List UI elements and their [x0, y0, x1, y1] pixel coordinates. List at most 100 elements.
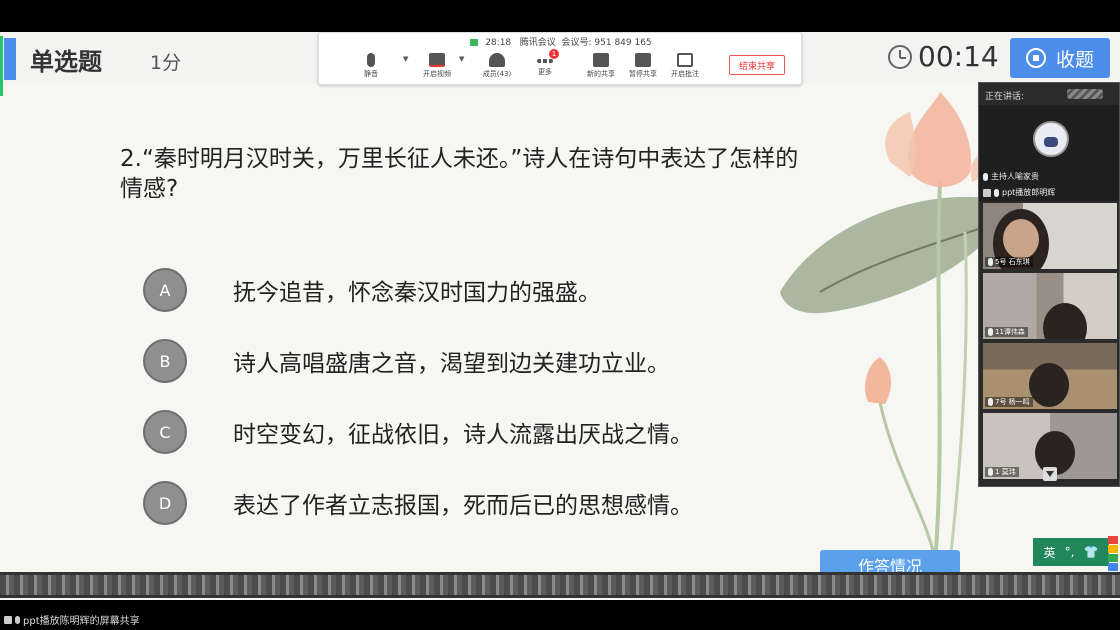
mic-icon: [15, 615, 20, 624]
ime-punctuation[interactable]: °,: [1065, 545, 1075, 559]
presentation-slide: 单选题 1分 00:14 收题 2.“秦时明月汉时关，万里长征人未还。”诗人在诗…: [0, 32, 1120, 600]
mic-icon: [988, 468, 993, 476]
app-name: 腾讯会议: [519, 38, 556, 48]
more-label: 更多: [538, 68, 552, 76]
option-d[interactable]: D 表达了作者立志报国，死而后已的思想感情。: [143, 481, 693, 525]
more-badge: 1: [549, 49, 559, 59]
share-status: ppt播放陈明辉的屏幕共享: [4, 612, 140, 627]
annotate-label: 开启批注: [671, 70, 699, 78]
pause-share-button[interactable]: 暂停共享: [621, 51, 665, 83]
participant-video: [1029, 363, 1069, 407]
annotate-icon: [677, 53, 693, 67]
ime-toolbar[interactable]: 英 °, 👕: [1033, 538, 1109, 566]
clock-icon: [888, 45, 912, 69]
participant-label: 1 莫玮: [985, 467, 1019, 477]
option-c-letter: C: [143, 410, 187, 454]
video-label: 开启视频: [423, 70, 451, 78]
pause-icon: [635, 53, 651, 67]
question-score: 1分: [150, 52, 182, 74]
mic-icon: [983, 172, 988, 181]
sharer-label: ppt播放郎明辉: [1002, 188, 1056, 197]
accent-bar: [4, 38, 16, 80]
participant-tile[interactable]: 11谭伟森: [983, 273, 1117, 339]
question-text: 2.“秦时明月汉时关，万里长征人未还。”诗人在诗句中表达了怎样的 情感?: [120, 144, 990, 204]
mic-icon: [988, 398, 993, 406]
members-icon: [489, 53, 505, 67]
collect-button[interactable]: 收题: [1010, 38, 1110, 78]
ime-color-swatches: [1108, 536, 1118, 571]
participant-label: 11谭伟森: [985, 327, 1028, 337]
host-label: 主持人喻家贵: [991, 172, 1039, 181]
stop-icon: [1025, 48, 1046, 68]
participant-tile[interactable]: 7号 杨一鸣: [983, 343, 1117, 409]
bud-stem: [878, 401, 937, 563]
participant-video-panel: 正在讲话: 主持人喻家贵 ppt播放郎明辉 5号 石东琪 11谭伟森 7号 杨一…: [978, 82, 1120, 487]
members-label: 成员(43): [482, 70, 512, 78]
host-label-row: 主持人喻家贵: [983, 171, 1039, 182]
annotate-button[interactable]: 开启批注: [663, 51, 707, 83]
bottom-bar: ppt播放陈明辉的屏幕共享: [0, 604, 1120, 630]
screen-share-icon: [983, 188, 991, 197]
option-a[interactable]: A 抚今追昔，怀念秦汉时国力的强盛。: [143, 268, 601, 312]
question-type: 单选题: [30, 48, 102, 76]
question-line-1: 2.“秦时明月汉时关，万里长征人未还。”诗人在诗句中表达了怎样的: [120, 146, 799, 172]
participant-video: [1043, 303, 1087, 339]
participant-name: 11谭伟森: [995, 328, 1025, 336]
participant-name: 5号 石东琪: [995, 258, 1030, 266]
mute-button[interactable]: 静音: [349, 51, 393, 83]
participant-name: 1 莫玮: [995, 468, 1016, 476]
participant-tile[interactable]: 5号 石东琪: [983, 203, 1117, 269]
option-a-text: 抚今追昔，怀念秦汉时国力的强盛。: [233, 280, 601, 306]
film-strip-decoration: [0, 572, 1120, 598]
camera-off-icon: [429, 53, 445, 67]
sharer-label-row: ppt播放郎明辉: [983, 187, 1055, 198]
mute-label: 静音: [364, 70, 378, 78]
mic-icon: [994, 188, 999, 197]
meeting-time: 28:18: [485, 38, 512, 48]
screen-share-icon: [4, 615, 12, 624]
meeting-id-label: 会议号:: [561, 38, 592, 48]
option-c[interactable]: C 时空变幻，征战依旧，诗人流露出厌战之情。: [143, 410, 693, 454]
mute-options-caret[interactable]: ▼: [403, 55, 408, 63]
option-d-letter: D: [143, 481, 187, 525]
collect-button-label: 收题: [1055, 48, 1094, 71]
video-button[interactable]: 开启视频: [415, 51, 459, 83]
ime-skin-icon[interactable]: 👕: [1084, 545, 1099, 559]
more-icon: [537, 59, 553, 63]
meeting-info: 28:18 腾讯会议 会议号: 951 849 165: [319, 35, 803, 48]
countdown-timer: 00:14: [918, 40, 999, 73]
lotus-stem-2: [948, 231, 968, 563]
end-share-button[interactable]: 结束共享: [729, 55, 785, 75]
ime-language[interactable]: 英: [1044, 544, 1056, 561]
option-b[interactable]: B 诗人高唱盛唐之音，渴望到边关建功立业。: [143, 339, 670, 383]
host-avatar: [1033, 121, 1069, 157]
lotus-bud: [865, 357, 892, 404]
members-button[interactable]: 成员(43): [475, 51, 519, 83]
microphone-icon: [367, 53, 375, 67]
pause-share-label: 暂停共享: [629, 70, 657, 78]
video-options-caret[interactable]: ▼: [459, 55, 464, 63]
participant-label: 5号 石东琪: [985, 257, 1033, 267]
speaking-indicator: [1067, 89, 1103, 99]
mic-icon: [988, 258, 993, 266]
lotus-leaf: [780, 196, 1010, 314]
new-share-button[interactable]: 新的共享: [579, 51, 623, 83]
option-b-letter: B: [143, 339, 187, 383]
participant-name: 7号 杨一鸣: [995, 398, 1030, 406]
participant-face: [1003, 219, 1039, 259]
edge-line: [0, 36, 3, 96]
meeting-toolbar: 28:18 腾讯会议 会议号: 951 849 165 静音 ▼ 开启视频 ▼ …: [318, 32, 802, 85]
option-c-text: 时空变幻，征战依旧，诗人流露出厌战之情。: [233, 422, 693, 448]
more-button[interactable]: 1 更多: [523, 49, 567, 83]
option-d-text: 表达了作者立志报国，死而后已的思想感情。: [233, 493, 693, 519]
scroll-down-button[interactable]: [1043, 467, 1057, 481]
meeting-id: 951 849 165: [594, 38, 652, 48]
question-line-2: 情感?: [120, 176, 179, 202]
speaking-label: 正在讲话:: [985, 92, 1025, 102]
participant-label: 7号 杨一鸣: [985, 397, 1033, 407]
share-status-label: ppt播放陈明辉的屏幕共享: [23, 616, 140, 627]
option-a-letter: A: [143, 268, 187, 312]
option-b-text: 诗人高唱盛唐之音，渴望到边关建功立业。: [233, 351, 670, 377]
signal-icon: [470, 39, 479, 46]
new-share-icon: [593, 53, 609, 67]
